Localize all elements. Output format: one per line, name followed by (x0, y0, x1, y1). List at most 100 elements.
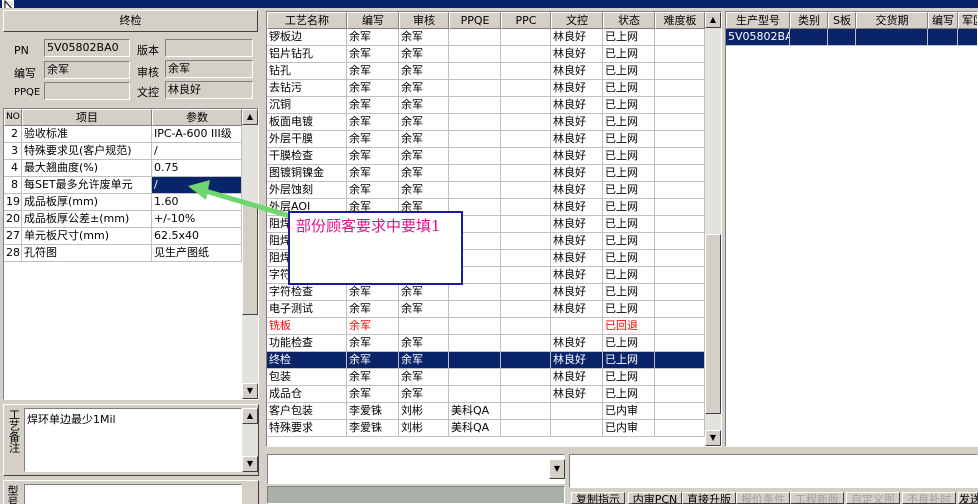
process-row[interactable]: 钻孔 余军 余军 林良好 已上网 (267, 63, 705, 80)
doc-control-field[interactable]: 林良好 (165, 81, 253, 99)
process-cell-difficulty (655, 199, 705, 216)
process-row[interactable]: 外层干膜 余军 余军 林良好 已上网 (267, 131, 705, 148)
param-row[interactable]: 4 最大翘曲度(%) 0.75 (4, 160, 242, 177)
remark-scroll-up-icon[interactable]: ▲ (242, 408, 258, 424)
process-scroll-thumb[interactable] (705, 234, 721, 414)
reviewer-label: 审核 (137, 66, 159, 79)
bottom-input[interactable] (569, 454, 978, 488)
bottom-button[interactable]: 复制指示 (571, 492, 625, 504)
process-cell-reviewer: 余军 (399, 131, 449, 148)
process-cell-reviewer: 余军 (399, 284, 449, 301)
process-cell-status: 已上网 (603, 46, 655, 63)
bottom-button[interactable]: 不良补时 (902, 492, 956, 504)
bottom-combo[interactable]: ▼ (267, 454, 565, 484)
model-header[interactable]: 编写 (928, 12, 958, 29)
param-row[interactable]: 2 验收标准 IPC-A-600 III级 (4, 126, 242, 143)
model-header[interactable]: 军区 (958, 12, 977, 29)
process-cell-ppc (501, 182, 551, 199)
scroll-up-icon[interactable]: ▲ (242, 109, 258, 125)
param-row[interactable]: 27 单元板尺寸(mm) 62.5x40 (4, 228, 242, 245)
version-label: 版本 (137, 44, 159, 57)
process-cell-difficulty (655, 131, 705, 148)
process-row[interactable]: 干膜检查 余军 余军 林良好 已上网 (267, 148, 705, 165)
param-grid[interactable]: NO 项目 参数 2 验收标准 IPC-A-600 III级 3 特殊要求见(客户规范)… (3, 108, 259, 400)
process-header[interactable]: 审核 (399, 12, 449, 29)
bottom-button[interactable]: 发送 (958, 492, 978, 504)
param-cell-item: 成品板厚(mm) (22, 194, 152, 211)
process-cell-status: 已上网 (603, 148, 655, 165)
process-cell-doc: 林良好 (551, 182, 603, 199)
process-cell-reviewer: 余军 (399, 165, 449, 182)
process-cell-reviewer (399, 318, 449, 335)
process-cell-difficulty (655, 403, 705, 420)
process-cell-doc: 林良好 (551, 80, 603, 97)
bottom-button[interactable]: 自定义图 (846, 492, 900, 504)
bottom-button[interactable]: 报价条件 (736, 492, 790, 504)
scroll-down-icon[interactable]: ▼ (242, 383, 258, 399)
process-row[interactable]: 板面电镀 余军 余军 林良好 已上网 (267, 114, 705, 131)
process-cell-writer: 余军 (347, 148, 399, 165)
process-scroll-up-icon[interactable]: ▲ (705, 12, 721, 28)
process-row[interactable]: 终检 余军 余军 林良好 已上网 (267, 352, 705, 369)
process-scroll-down-icon[interactable]: ▼ (705, 430, 721, 446)
process-row[interactable]: 包装 余军 余军 林良好 已上网 (267, 369, 705, 386)
process-header[interactable]: 状态 (603, 12, 655, 29)
process-scrollbar[interactable]: ▲ ▼ (705, 12, 721, 446)
remark-textarea[interactable]: 焊环单边最少1Mil (24, 408, 242, 472)
param-row[interactable]: 28 孔符图 见生产图纸 (4, 245, 242, 262)
ppqe-field[interactable] (44, 82, 130, 100)
param-row[interactable]: 3 特殊要求见(客户规范) / (4, 143, 242, 160)
combo-dropdown-icon[interactable]: ▼ (549, 459, 565, 479)
bottom-preview (267, 486, 565, 504)
process-header[interactable]: 工艺名称 (267, 12, 347, 29)
process-row[interactable]: 铝片钻孔 余军 余军 林良好 已上网 (267, 46, 705, 63)
process-cell-name: 功能检查 (267, 335, 347, 352)
process-cell-difficulty (655, 216, 705, 233)
process-header[interactable]: PPC (501, 12, 551, 29)
model-header[interactable]: 交货期 (856, 12, 928, 29)
process-row[interactable]: 图镀铜镍金 余军 余军 林良好 已上网 (267, 165, 705, 182)
process-row[interactable]: 成品仓 余军 余军 林良好 已上网 (267, 386, 705, 403)
writer-field[interactable]: 余军 (44, 61, 130, 79)
param-header-value[interactable]: 参数 (152, 109, 242, 126)
process-cell-doc: 林良好 (551, 250, 603, 267)
model-header[interactable]: 生产型号 (726, 12, 790, 29)
process-row[interactable]: 锣板边 余军 余军 林良好 已上网 (267, 29, 705, 46)
model-grid[interactable]: 生产型号类别S板交货期编写军区 5V05802BA0 (725, 11, 978, 447)
reviewer-field[interactable]: 余军 (165, 60, 253, 78)
process-row[interactable]: 特殊要求 李爱铢 刘彬 美科QA 已内审 (267, 420, 705, 437)
bottom-button[interactable]: 内审PCN (628, 492, 682, 504)
model-header[interactable]: 类别 (790, 12, 828, 29)
version-field[interactable] (165, 39, 253, 57)
model-cell-type (790, 29, 828, 46)
process-cell-difficulty (655, 148, 705, 165)
param-cell-item: 成品板厚公差±(mm) (22, 211, 152, 228)
param-header-item[interactable]: 项目 (22, 109, 152, 126)
model-header[interactable]: S板 (828, 12, 856, 29)
process-row[interactable]: 沉铜 余军 余军 林良好 已上网 (267, 97, 705, 114)
process-header[interactable]: 文控 (551, 12, 603, 29)
model-row[interactable]: 5V05802BA0 (726, 29, 977, 46)
process-row[interactable]: 电子测试 余军 余军 林良好 已上网 (267, 301, 705, 318)
process-row[interactable]: 客户包装 李爱铢 刘彬 美科QA 已内审 (267, 403, 705, 420)
process-cell-status: 已上网 (603, 63, 655, 80)
bottom-button[interactable]: 直接升版 (682, 492, 736, 504)
process-row[interactable]: 铣板 余军 已回退 (267, 318, 705, 335)
process-header[interactable]: 难度板 (655, 12, 705, 29)
process-header[interactable]: 编写 (347, 12, 399, 29)
pn-field[interactable]: 5V05802BA0 (44, 39, 130, 57)
process-header[interactable]: PPQE (449, 12, 501, 29)
process-row[interactable]: 功能检查 余军 余军 林良好 已上网 (267, 335, 705, 352)
process-cell-difficulty (655, 420, 705, 437)
process-row[interactable]: 字符检查 余军 余军 林良好 已上网 (267, 284, 705, 301)
remark-scroll-down-icon[interactable]: ▼ (242, 456, 258, 472)
param-header-no[interactable]: NO (4, 109, 22, 126)
process-row[interactable]: 去钻污 余军 余军 林良好 已上网 (267, 80, 705, 97)
process-cell-reviewer: 余军 (399, 386, 449, 403)
bottom-button[interactable]: 工程新版 (790, 492, 844, 504)
param-scrollbar[interactable]: ▲ ▼ (242, 109, 258, 399)
process-cell-ppqe (449, 301, 501, 318)
remark-scrollbar[interactable]: ▲ ▼ (242, 408, 258, 472)
bottom-field[interactable] (24, 484, 242, 504)
process-row[interactable]: 外层蚀刻 余军 余军 林良好 已上网 (267, 182, 705, 199)
